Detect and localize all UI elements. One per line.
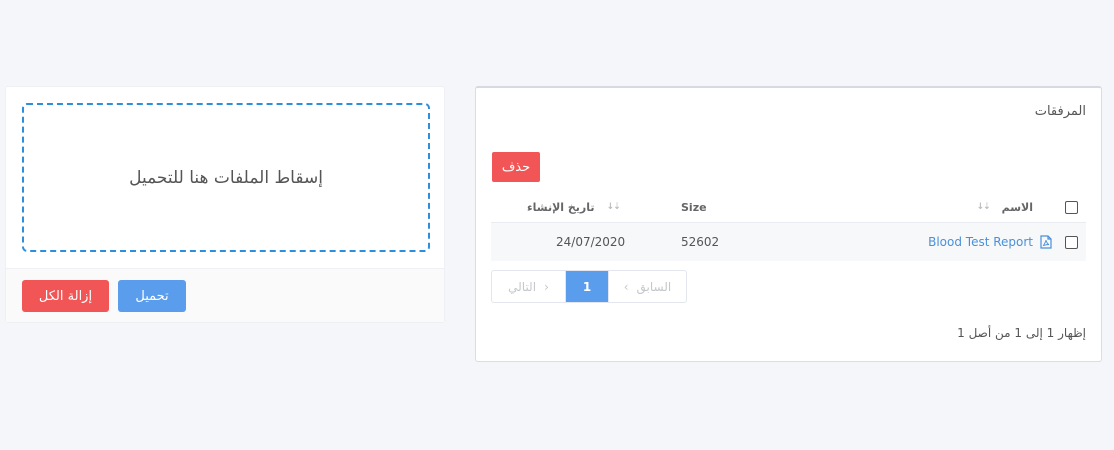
row-checkbox[interactable] (1065, 235, 1078, 249)
chevron-left-icon: ‹ (623, 279, 629, 294)
row-size-cell: 52602 (681, 223, 719, 261)
next-label: التالي (508, 279, 537, 294)
row-name-cell: Blood Test Report (928, 223, 1033, 261)
pagination-page-1[interactable]: 1 (566, 271, 608, 302)
chevron-right-icon: › (544, 279, 549, 294)
attachments-title: المرفقات (1034, 104, 1086, 119)
pagination: التالي › 1 ‹ السابق (491, 270, 687, 303)
table-row: Blood Test Report 52602 24/07/2020 (491, 223, 1086, 261)
file-name-link[interactable]: Blood Test Report (928, 235, 1033, 249)
column-header-created[interactable]: تاريخ الإنشاء ↓⇣ (527, 192, 621, 222)
attachments-table: ↓⇣ الاسم Size تاريخ الإنشاء ↓⇣ Blood Tes… (491, 192, 1086, 261)
column-created-label: تاريخ الإنشاء (527, 200, 595, 214)
column-header-name[interactable]: ↓⇣ الاسم (965, 192, 1034, 222)
pdf-file-icon (1040, 223, 1052, 261)
sort-icon: ↓⇣ (606, 202, 621, 212)
file-created-date: 24/07/2020 (556, 235, 626, 249)
dropzone-text: إسقاط الملفات هنا للتحميل (129, 167, 323, 188)
file-dropzone[interactable]: إسقاط الملفات هنا للتحميل (22, 103, 430, 252)
pagination-prev[interactable]: ‹ السابق (608, 271, 686, 302)
column-name-label: الاسم (1001, 200, 1033, 214)
row-created-cell: 24/07/2020 (556, 223, 625, 261)
column-size-label: Size (681, 200, 707, 214)
prev-label: السابق (636, 279, 672, 294)
row-select-cell (1065, 223, 1078, 261)
sort-icon: ↓⇣ (976, 202, 991, 212)
select-all-checkbox[interactable] (1065, 200, 1078, 214)
attachments-panel: المرفقات حذف ↓⇣ الاسم Size تاريخ الإنشاء… (475, 86, 1102, 362)
column-header-size[interactable]: Size (681, 192, 707, 222)
upload-button[interactable]: تحميل (118, 280, 186, 312)
delete-button[interactable]: حذف (492, 152, 540, 182)
upload-footer: إزالة الكل تحميل (6, 268, 444, 322)
select-all-cell (1065, 192, 1078, 222)
table-summary: إظهار 1 إلى 1 من أصل 1 (957, 326, 1086, 340)
file-size: 52602 (681, 235, 720, 249)
remove-all-button[interactable]: إزالة الكل (22, 280, 109, 312)
table-header: ↓⇣ الاسم Size تاريخ الإنشاء ↓⇣ (491, 192, 1086, 223)
upload-panel: إسقاط الملفات هنا للتحميل إزالة الكل تحم… (5, 86, 445, 323)
pagination-next[interactable]: التالي › (492, 271, 566, 302)
